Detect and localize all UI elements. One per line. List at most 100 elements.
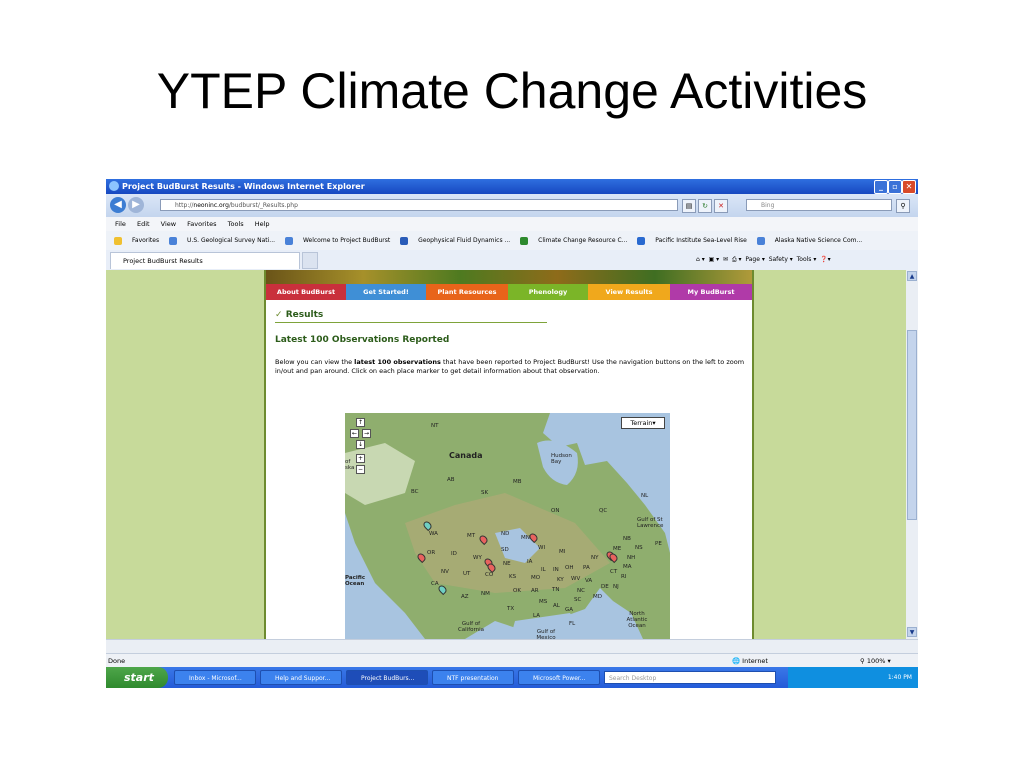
zoom-in-button[interactable]: + (356, 454, 365, 463)
map-label: Hudson Bay (551, 453, 572, 465)
map-label: BC (411, 489, 419, 495)
taskbar-inbox[interactable]: Inbox - Microsof... (174, 670, 256, 685)
favorite-link-usgs[interactable]: U.S. Geological Survey Nati... (169, 236, 275, 245)
site-nav: About BudBurst Get Started! Plant Resour… (266, 284, 752, 300)
favorite-link-gfdl[interactable]: Geophysical Fluid Dynamics ... (400, 236, 510, 245)
site-banner (266, 270, 752, 284)
map-label: QC (599, 508, 608, 514)
print-icon[interactable]: ⎙ ▾ (732, 256, 742, 263)
tab-project-budburst[interactable]: Project BudBurst Results (110, 252, 300, 269)
map-label: NL (641, 493, 649, 499)
map-label: MD (593, 594, 602, 600)
maximize-button[interactable]: ▫ (888, 180, 902, 194)
taskbar-help[interactable]: Help and Suppor... (260, 670, 342, 685)
map-label: MO (531, 575, 541, 581)
favorites-button[interactable]: Favorites (114, 236, 159, 245)
map-label: OR (427, 550, 436, 556)
mail-icon[interactable]: ✉ (723, 256, 728, 263)
desktop-search-input[interactable]: Search Desktop (604, 671, 776, 684)
nav-about[interactable]: About BudBurst (266, 284, 346, 300)
menu-file[interactable]: File (115, 220, 126, 228)
refresh-button[interactable]: ↻ (698, 199, 712, 213)
url-field[interactable]: http://neoninc.org/budburst/_Results.php (160, 199, 678, 211)
search-input[interactable]: Bing (746, 199, 892, 211)
map-label: SC (574, 597, 582, 603)
pan-left-button[interactable]: ← (350, 429, 359, 438)
map-label: UT (463, 571, 471, 577)
check-icon: ✓ (275, 310, 283, 320)
feeds-icon[interactable]: ▣ ▾ (709, 256, 720, 263)
nav-phenology[interactable]: Phenology (508, 284, 588, 300)
nav-view-results[interactable]: View Results (588, 284, 670, 300)
back-button[interactable]: ◀ (110, 197, 126, 213)
scroll-up-arrow-icon[interactable]: ▲ (907, 271, 917, 281)
map-label: WI (538, 545, 546, 551)
map-label: North Atlantic Ocean (626, 611, 648, 629)
taskbar: start Inbox - Microsof... Help and Suppo… (106, 667, 918, 688)
search-icon[interactable]: ⚲ (896, 199, 910, 213)
favorite-link-budburst[interactable]: Welcome to Project BudBurst (284, 236, 390, 245)
map-label: MT (467, 533, 476, 539)
favorite-link-pacific[interactable]: Pacific Institute Sea-Level Rise (637, 236, 747, 245)
map-label: KS (509, 574, 517, 580)
new-tab-button[interactable] (302, 252, 318, 269)
status-text: Done (108, 657, 126, 665)
menu-edit[interactable]: Edit (137, 220, 150, 228)
menu-favorites[interactable]: Favorites (187, 220, 216, 228)
page-menu[interactable]: Page ▾ (745, 256, 764, 263)
map-label: IA (527, 559, 533, 565)
scroll-thumb[interactable] (907, 330, 917, 520)
zoom-out-button[interactable]: − (356, 465, 365, 474)
climate-icon (520, 236, 529, 245)
menu-view[interactable]: View (161, 220, 176, 228)
stop-button[interactable]: ✕ (714, 199, 728, 213)
map-label: ND (501, 531, 510, 537)
taskbar-ie[interactable]: Project BudBurs... (346, 670, 428, 685)
observations-map[interactable]: ↑ ← → ↓ + − Terrain▾ NT Hudson Bay Canad… (345, 413, 670, 639)
internet-zone: 🌐 Internet (732, 657, 768, 665)
nav-get-started[interactable]: Get Started! (346, 284, 426, 300)
compatibility-view-button[interactable]: ▤ (682, 199, 696, 213)
pan-down-button[interactable]: ↓ (356, 440, 365, 449)
favorite-link-alaska[interactable]: Alaska Native Science Com... (756, 236, 862, 245)
close-button[interactable]: ✕ (902, 180, 916, 194)
horizontal-scrollbar[interactable] (106, 639, 918, 653)
map-type-button[interactable]: Terrain▾ (621, 417, 665, 429)
taskbar-ntf[interactable]: NTF presentation (432, 670, 514, 685)
divider (275, 322, 547, 323)
map-label: TX (507, 606, 515, 612)
vertical-scrollbar[interactable]: ▲ ▼ (906, 270, 918, 639)
intro-paragraph: Below you can view the latest 100 observ… (275, 358, 745, 375)
start-button[interactable]: start (106, 667, 168, 688)
minimize-button[interactable]: _ (874, 180, 888, 194)
home-icon[interactable]: ⌂ ▾ (696, 256, 705, 263)
menu-help[interactable]: Help (255, 220, 270, 228)
map-label: SK (481, 490, 489, 496)
forward-button[interactable]: ▶ (128, 197, 144, 213)
map-label: NC (577, 588, 585, 594)
map-label: IL (541, 567, 546, 573)
help-icon[interactable]: ❓▾ (820, 256, 830, 263)
pan-right-button[interactable]: → (362, 429, 371, 438)
map-label: OH (565, 565, 574, 571)
map-label: NB (623, 536, 631, 542)
map-label: MS (539, 599, 548, 605)
tools-menu[interactable]: Tools ▾ (797, 256, 817, 263)
map-label: WA (429, 531, 438, 537)
map-label: AR (531, 588, 539, 594)
map-label: ON (551, 508, 560, 514)
favorite-link-climate[interactable]: Climate Change Resource C... (520, 236, 627, 245)
zoom-level[interactable]: ⚲ 100% ▾ (860, 654, 891, 668)
nav-plant-resources[interactable]: Plant Resources (426, 284, 508, 300)
safety-menu[interactable]: Safety ▾ (769, 256, 793, 263)
map-label: AB (447, 477, 455, 483)
nav-my-budburst[interactable]: My BudBurst (670, 284, 752, 300)
pan-up-button[interactable]: ↑ (356, 418, 365, 427)
globe-icon (637, 236, 646, 245)
map-label: AZ (461, 594, 469, 600)
menu-tools[interactable]: Tools (228, 220, 244, 228)
noaa-icon (400, 236, 409, 245)
map-label: NE (503, 561, 511, 567)
taskbar-powerpoint[interactable]: Microsoft Power... (518, 670, 600, 685)
scroll-down-arrow-icon[interactable]: ▼ (907, 627, 917, 637)
